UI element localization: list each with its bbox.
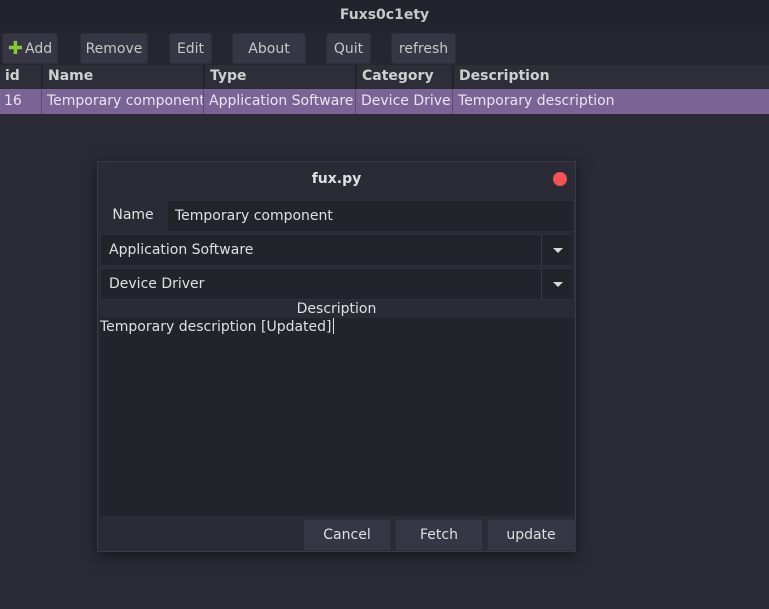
type-select-value: Application Software	[109, 242, 254, 258]
column-header-description[interactable]: Description	[454, 65, 769, 88]
table-row[interactable]: 16 Temporary component Application Softw…	[0, 89, 769, 114]
type-dropdown-button[interactable]	[541, 235, 573, 265]
cell-category[interactable]: Device Driver	[357, 89, 453, 114]
chevron-down-icon	[552, 281, 563, 287]
plus-icon: ✚	[7, 37, 23, 59]
category-select-value: Device Driver	[109, 276, 205, 292]
category-dropdown-button[interactable]	[541, 269, 573, 299]
cancel-button[interactable]: Cancel	[303, 519, 391, 551]
name-input[interactable]: Temporary component	[167, 200, 574, 232]
column-header-type[interactable]: Type	[205, 65, 356, 88]
column-header-id[interactable]: id	[0, 65, 42, 88]
window-title: Fuxs0c1ety	[0, 0, 769, 31]
toolbar: ✚ Add Remove Edit About Quit refresh	[0, 31, 769, 65]
type-select[interactable]: Application Software	[100, 234, 574, 266]
add-label: Add	[24, 40, 53, 57]
description-label: Description	[296, 301, 377, 317]
update-button[interactable]: update	[487, 519, 575, 551]
description-textarea[interactable]: Temporary description [Updated]	[100, 318, 574, 516]
cell-name[interactable]: Temporary component	[43, 89, 204, 114]
refresh-button[interactable]: refresh	[391, 33, 456, 64]
components-table: id Name Type Category Description 16 Tem…	[0, 65, 769, 115]
fetch-button[interactable]: Fetch	[395, 519, 483, 551]
name-label: Name	[112, 207, 154, 223]
edit-button[interactable]: Edit	[169, 33, 212, 64]
about-button[interactable]: About	[232, 33, 306, 64]
dialog-title: fux.py	[311, 171, 362, 187]
cell-description[interactable]: Temporary description	[454, 89, 769, 114]
cell-id[interactable]: 16	[0, 89, 42, 114]
remove-button[interactable]: Remove	[80, 33, 148, 64]
quit-button[interactable]: Quit	[326, 33, 371, 64]
category-select[interactable]: Device Driver	[100, 268, 574, 300]
text-caret	[332, 318, 334, 334]
add-button[interactable]: ✚ Add	[2, 33, 58, 64]
close-icon[interactable]	[553, 172, 567, 186]
table-header: id Name Type Category Description	[0, 65, 769, 88]
edit-dialog: fux.py Name Temporary component Applicat…	[97, 161, 576, 552]
cell-type[interactable]: Application Software	[205, 89, 356, 114]
description-text: Temporary description [Updated]	[100, 319, 332, 335]
column-header-name[interactable]: Name	[43, 65, 204, 88]
chevron-down-icon	[552, 247, 563, 253]
column-header-category[interactable]: Category	[357, 65, 453, 88]
